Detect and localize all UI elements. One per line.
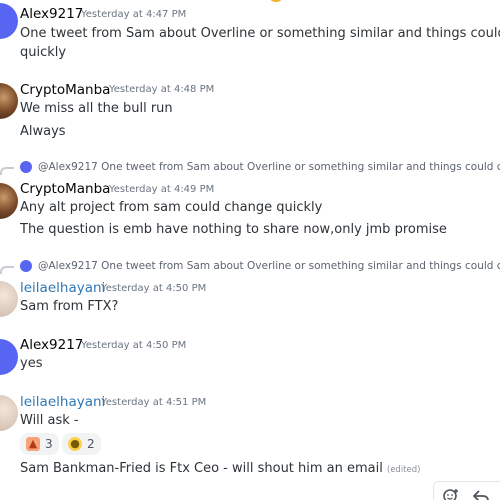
message-timestamp: Yesterday at 4:51 PM	[101, 397, 207, 408]
message-text: Will ask -	[20, 413, 79, 428]
avatar[interactable]	[0, 183, 18, 219]
message-timestamp: Yesterday at 4:47 PM	[81, 9, 187, 20]
message-text: Sam Bankman-Fried is Ftx Ceo - will shou…	[20, 459, 420, 480]
message-author[interactable]: Alex9217	[20, 336, 83, 354]
reply-text: @Alex9217 One tweet from Sam about Overl…	[38, 161, 500, 173]
message-timestamp: Yesterday at 4:48 PM	[109, 84, 215, 95]
reaction-count: 2	[87, 437, 95, 451]
reply-text: @Alex9217 One tweet from Sam about Overl…	[38, 260, 500, 272]
message-author[interactable]: leilaelhayani	[20, 279, 105, 297]
message-text: Sam from FTX?	[20, 299, 119, 314]
message-text: Any alt project from sam could change qu…	[20, 200, 323, 215]
reaction-count: 3	[45, 437, 53, 451]
message-text: One tweet from Sam about Overline or som…	[20, 26, 500, 41]
avatar[interactable]	[0, 3, 18, 39]
reaction-badge-partial	[270, 0, 282, 2]
avatar[interactable]	[0, 83, 18, 119]
message-text: quickly	[20, 45, 67, 60]
message-author[interactable]: CryptoManba	[20, 81, 110, 99]
reply-spine	[0, 167, 14, 175]
message-timestamp: Yesterday at 4:50 PM	[101, 283, 207, 294]
reaction-chip[interactable]: ● 2	[62, 433, 101, 455]
message-author[interactable]: leilaelhayani	[20, 393, 105, 411]
message-text: Always	[20, 124, 66, 139]
message-timestamp: Yesterday at 4:49 PM	[109, 184, 215, 195]
reaction-chip[interactable]: ▲ 3	[20, 433, 59, 455]
message-author[interactable]: CryptoManba	[20, 180, 110, 198]
reply-avatar	[20, 161, 32, 173]
reply-reference[interactable]: @Alex9217 One tweet from Sam about Overl…	[0, 159, 500, 175]
reply-reference[interactable]: @Alex9217 One tweet from Sam about Overl…	[0, 258, 500, 274]
add-reaction-icon[interactable]	[438, 484, 464, 500]
reply-spine	[0, 266, 14, 274]
edited-label: (edited)	[386, 465, 421, 475]
message-action-toolbar	[433, 481, 500, 500]
angry-face-emoji-icon: ▲	[26, 437, 40, 451]
avatar[interactable]	[0, 395, 18, 431]
message-text: We miss all the bull run	[20, 101, 173, 116]
avatar[interactable]	[0, 281, 18, 317]
reply-avatar	[20, 260, 32, 272]
message-list: Alex9217 Yesterday at 4:47 PM One tweet …	[0, 0, 500, 500]
reply-icon[interactable]	[468, 484, 494, 500]
message-text: The question is emb have nothing to shar…	[20, 222, 447, 237]
message-author[interactable]: Alex9217	[20, 5, 83, 23]
message-text-content: Sam Bankman-Fried is Ftx Ceo - will shou…	[20, 461, 383, 476]
avatar[interactable]	[0, 339, 18, 375]
message-text: yes	[20, 356, 43, 371]
tired-face-emoji-icon: ●	[68, 437, 82, 451]
message-timestamp: Yesterday at 4:50 PM	[81, 340, 187, 351]
